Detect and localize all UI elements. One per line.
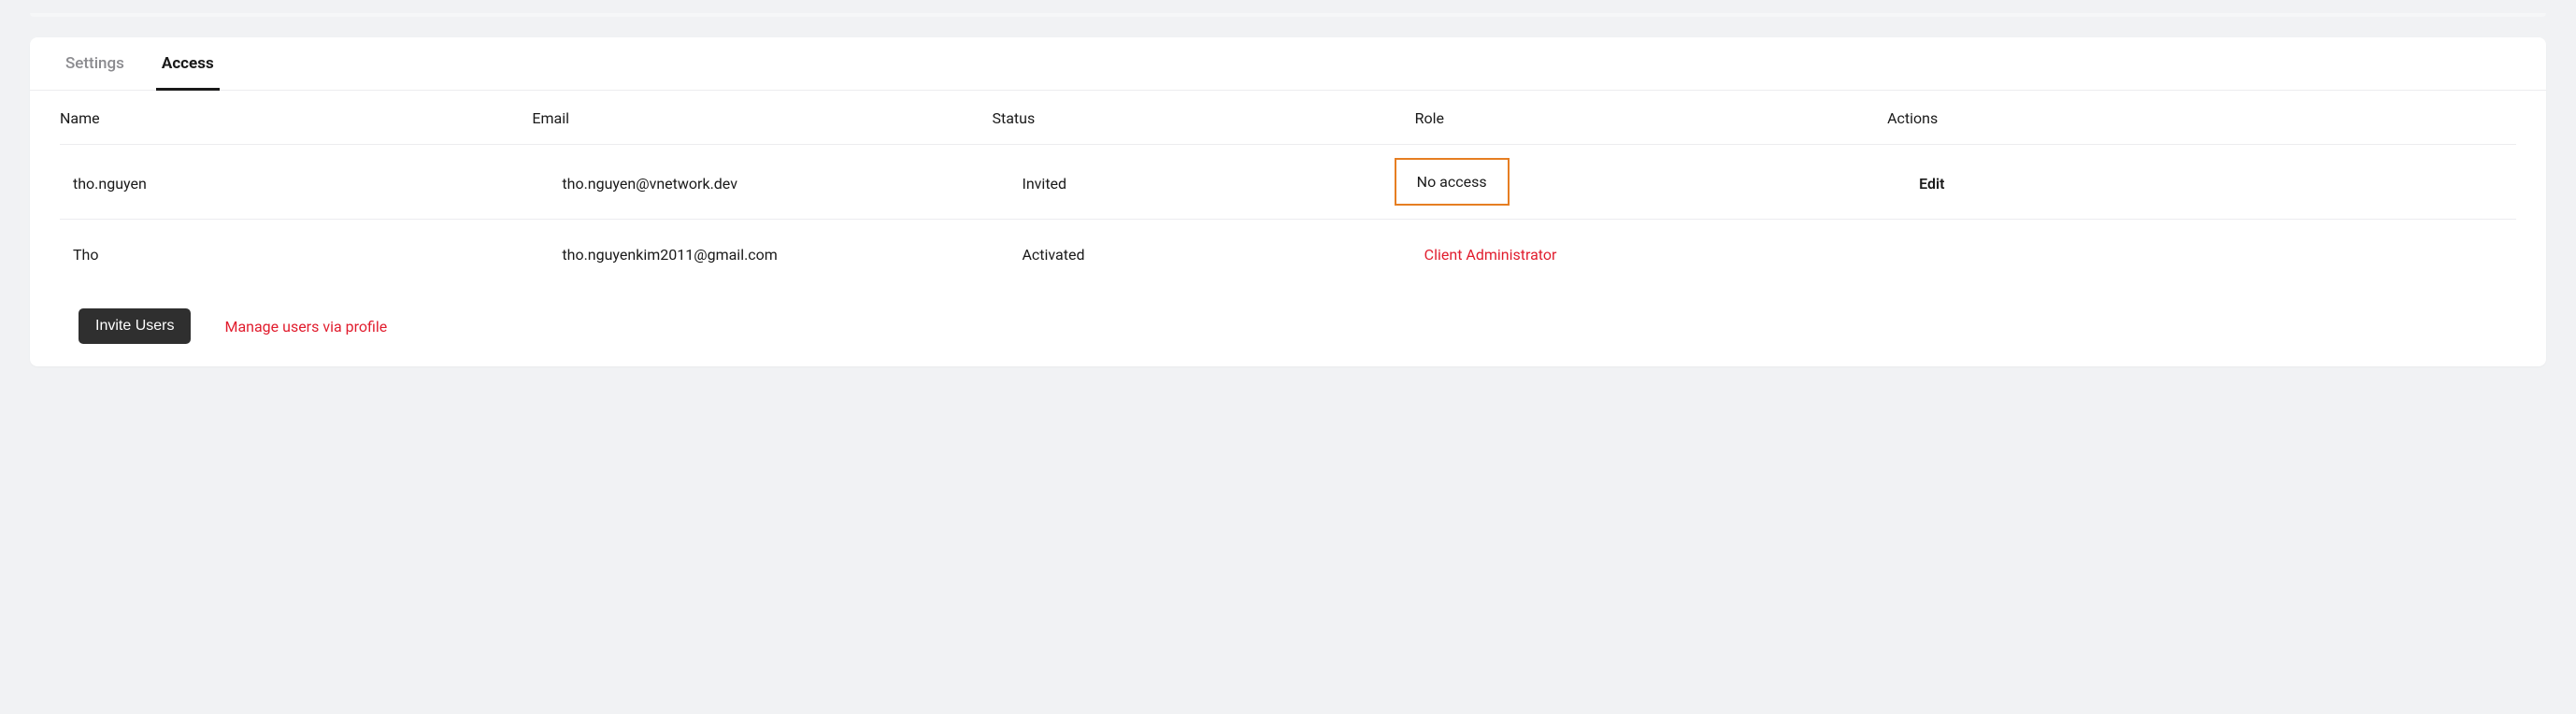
col-header-name: Name xyxy=(45,91,517,144)
role-highlight-box: No access xyxy=(1395,158,1510,206)
invite-users-button[interactable]: Invite Users xyxy=(79,308,191,344)
table-cell-role: No access xyxy=(1400,145,1872,219)
col-header-status: Status xyxy=(977,91,1399,144)
table-cell-actions: Edit xyxy=(1872,145,2531,219)
table-cell-status: Activated xyxy=(977,220,1399,286)
users-table: Name Email Status Role Actions tho.nguye… xyxy=(30,91,2546,286)
edit-button[interactable]: Edit xyxy=(1919,175,1944,193)
col-header-email: Email xyxy=(517,91,977,144)
col-header-role: Role xyxy=(1400,91,1872,144)
tab-settings[interactable]: Settings xyxy=(60,37,130,91)
footer-actions: Invite Users Manage users via profile xyxy=(30,286,2546,366)
top-bar-stub xyxy=(30,13,2546,17)
table-cell-status: Invited xyxy=(977,145,1399,219)
table-cell-email: tho.nguyenkim2011@gmail.com xyxy=(517,220,977,286)
access-card: Settings Access Name Email Status Role A… xyxy=(30,37,2546,366)
table-cell-email: tho.nguyen@vnetwork.dev xyxy=(517,145,977,219)
table-cell-role: Client Administrator xyxy=(1400,220,1872,286)
role-admin-label: Client Administrator xyxy=(1415,246,1557,264)
table-cell-actions xyxy=(1872,220,2531,286)
table-cell-name: Tho xyxy=(45,220,517,286)
tabs-container: Settings Access xyxy=(30,37,2546,91)
col-header-actions: Actions xyxy=(1872,91,2531,144)
manage-users-link[interactable]: Manage users via profile xyxy=(224,318,387,336)
table-cell-name: tho.nguyen xyxy=(45,145,517,219)
tab-access[interactable]: Access xyxy=(156,37,220,91)
